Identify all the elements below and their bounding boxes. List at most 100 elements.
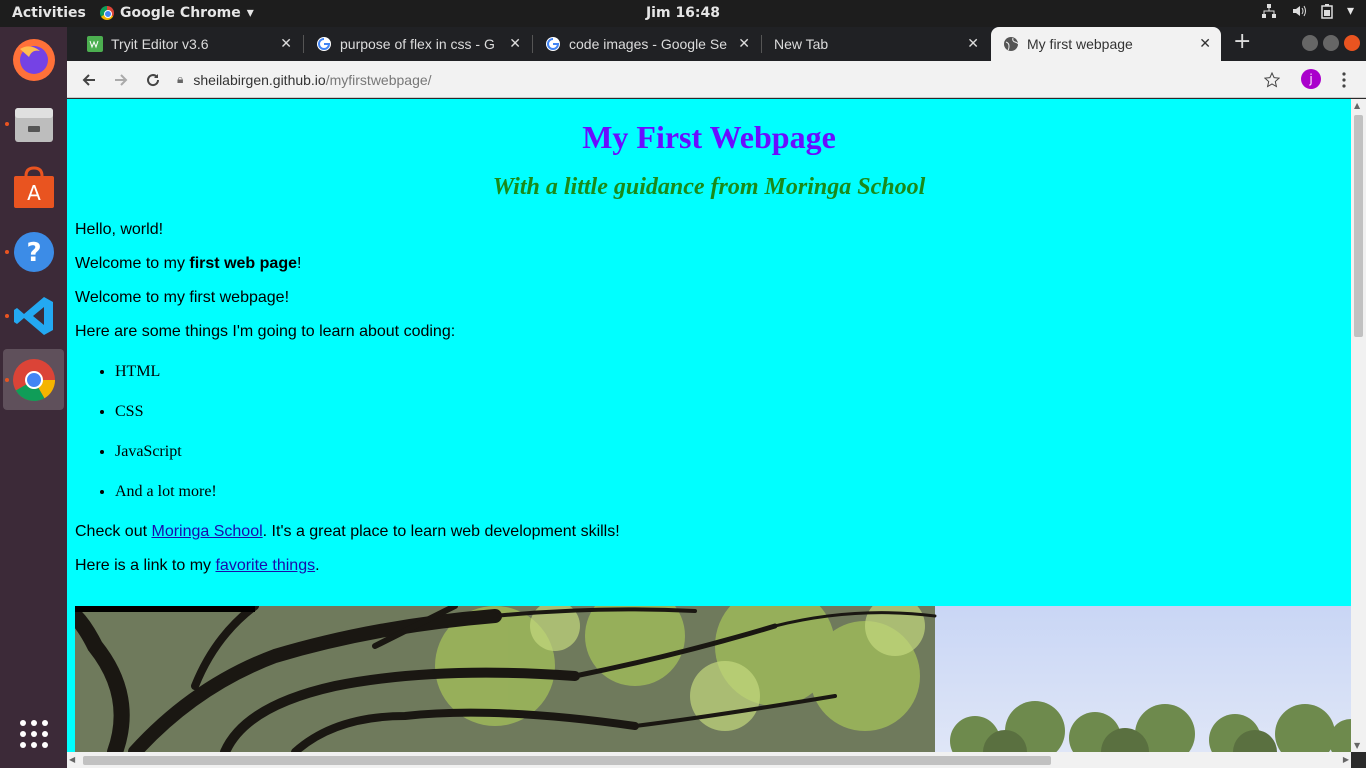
welcome-bold-text: first web page xyxy=(189,255,297,272)
chrome-icon xyxy=(12,358,55,401)
scroll-left-icon[interactable]: ◀ xyxy=(69,755,75,764)
window-controls xyxy=(1302,35,1360,51)
arrow-right-icon xyxy=(115,74,128,86)
favorite-things-link[interactable]: favorite things xyxy=(215,557,315,574)
dock-firefox[interactable] xyxy=(3,29,64,90)
scroll-right-icon[interactable]: ▶ xyxy=(1343,755,1349,764)
list-item: And a lot more! xyxy=(115,483,1351,501)
running-indicator xyxy=(5,250,9,254)
web-page-viewport: My First Webpage With a little guidance … xyxy=(67,99,1351,752)
files-icon xyxy=(14,107,53,142)
vertical-scrollbar[interactable]: ▲ ▼ xyxy=(1351,99,1366,752)
maximize-button[interactable] xyxy=(1323,35,1339,51)
app-grid-icon xyxy=(19,719,48,748)
close-icon[interactable]: ✕ xyxy=(738,35,750,52)
running-indicator xyxy=(5,122,9,126)
url-path: /myfirstwebpage/ xyxy=(325,71,432,88)
tab-title: code images - Google Se xyxy=(569,36,727,52)
close-icon[interactable]: ✕ xyxy=(280,35,292,52)
scroll-down-icon[interactable]: ▼ xyxy=(1354,741,1360,750)
moringa-paragraph: Check out Moringa School. It's a great p… xyxy=(75,523,1351,541)
minimize-button[interactable] xyxy=(1302,35,1318,51)
scroll-up-icon[interactable]: ▲ xyxy=(1354,101,1360,110)
vscode-icon xyxy=(13,296,53,335)
welcome-paragraph-2: Welcome to my first webpage! xyxy=(75,289,290,306)
favorites-prefix: Here is a link to my xyxy=(75,557,216,574)
tab-new-tab[interactable]: New Tab ✕ xyxy=(762,27,989,61)
running-indicator xyxy=(5,378,9,382)
battery-icon xyxy=(1321,4,1333,19)
bookmark-button[interactable] xyxy=(1259,67,1285,93)
list-item: JavaScript xyxy=(115,443,1351,461)
url-host: sheilabirgen.github.io xyxy=(193,71,326,88)
new-tab-button[interactable]: + xyxy=(1233,29,1251,54)
dock-chrome[interactable] xyxy=(3,349,64,410)
moringa-school-link[interactable]: Moringa School xyxy=(151,523,262,540)
dock-show-apps[interactable] xyxy=(3,703,64,764)
learn-intro-paragraph: Here are some things I'm going to learn … xyxy=(75,323,456,340)
w3schools-icon xyxy=(87,36,103,52)
address-bar[interactable]: 🔒︎ sheilabirgen.github.io/myfirstwebpage… xyxy=(177,66,1317,93)
running-indicator xyxy=(5,314,9,318)
forward-button[interactable] xyxy=(108,67,134,93)
google-icon xyxy=(317,37,331,51)
chrome-tab-strip: Tryit Editor v3.6 ✕ purpose of flex in c… xyxy=(67,27,1366,61)
learn-list: HTML CSS JavaScript And a lot more! xyxy=(115,363,1351,501)
app-name: Google Chrome xyxy=(120,5,241,21)
lock-icon[interactable]: 🔒︎ xyxy=(177,72,183,87)
profile-avatar[interactable]: j xyxy=(1301,69,1321,89)
close-icon[interactable]: ✕ xyxy=(1199,35,1211,52)
tab-tryit-editor[interactable]: Tryit Editor v3.6 ✕ xyxy=(75,27,302,61)
close-icon[interactable]: ✕ xyxy=(509,35,521,52)
tab-purpose-of-flex[interactable]: purpose of flex in css - G ✕ xyxy=(304,27,531,61)
chevron-down-icon: ▾ xyxy=(246,5,254,21)
firefox-icon xyxy=(12,38,55,81)
close-icon[interactable]: ✕ xyxy=(967,35,979,52)
help-icon: ? xyxy=(13,231,54,272)
dock-software[interactable]: A xyxy=(3,157,64,218)
tab-title: Tryit Editor v3.6 xyxy=(111,36,209,52)
google-icon xyxy=(546,37,560,51)
welcome-paragraph: Welcome to my first web page! xyxy=(75,255,1351,273)
horizontal-scroll-thumb[interactable] xyxy=(83,756,1051,765)
svg-text:A: A xyxy=(27,181,41,205)
chrome-icon xyxy=(100,6,114,20)
list-item: HTML xyxy=(115,363,1351,381)
software-icon: A xyxy=(13,165,54,208)
globe-icon xyxy=(1004,37,1019,51)
horizontal-scrollbar[interactable]: ◀ ▶ xyxy=(67,752,1351,768)
system-tray[interactable]: ▾ xyxy=(1261,3,1354,19)
tab-code-images[interactable]: code images - Google Se ✕ xyxy=(533,27,760,61)
list-item: CSS xyxy=(115,403,1351,421)
dock-files[interactable] xyxy=(3,93,64,154)
vertical-scroll-thumb[interactable] xyxy=(1354,115,1363,337)
moringa-suffix: . It's a great place to learn web develo… xyxy=(262,523,620,540)
reload-icon xyxy=(147,74,160,87)
tab-my-first-webpage[interactable]: My first webpage ✕ xyxy=(991,27,1221,61)
ubuntu-dock: A ? xyxy=(0,27,67,768)
page-subtitle: With a little guidance from Moringa Scho… xyxy=(492,174,926,200)
tree-photo xyxy=(75,606,1351,752)
app-menu[interactable]: Google Chrome ▾ xyxy=(100,5,254,21)
welcome-text: Welcome to my xyxy=(75,255,190,272)
favorites-suffix: . xyxy=(315,557,320,574)
volume-icon xyxy=(1292,5,1306,17)
activities-button[interactable]: Activities xyxy=(12,5,86,21)
chrome-menu-button[interactable] xyxy=(1331,67,1357,93)
close-window-button[interactable] xyxy=(1344,35,1360,51)
back-button[interactable] xyxy=(76,67,102,93)
dock-vscode[interactable] xyxy=(3,285,64,346)
arrow-left-icon xyxy=(82,74,95,86)
moringa-prefix: Check out xyxy=(75,523,152,540)
svg-text:?: ? xyxy=(26,238,41,268)
page-title: My First Webpage xyxy=(582,119,836,155)
favorites-paragraph: Here is a link to my favorite things. xyxy=(75,557,1351,575)
network-icon xyxy=(1261,4,1276,18)
more-vert-icon xyxy=(1342,72,1346,88)
gnome-top-bar: Activities Google Chrome ▾ Jim 16:48 ▾ xyxy=(0,0,1366,27)
tab-title: My first webpage xyxy=(1027,36,1133,52)
hello-paragraph: Hello, world! xyxy=(75,221,164,238)
reload-button[interactable] xyxy=(140,67,166,93)
tab-title: New Tab xyxy=(774,36,829,52)
dock-help[interactable]: ? xyxy=(3,221,64,282)
